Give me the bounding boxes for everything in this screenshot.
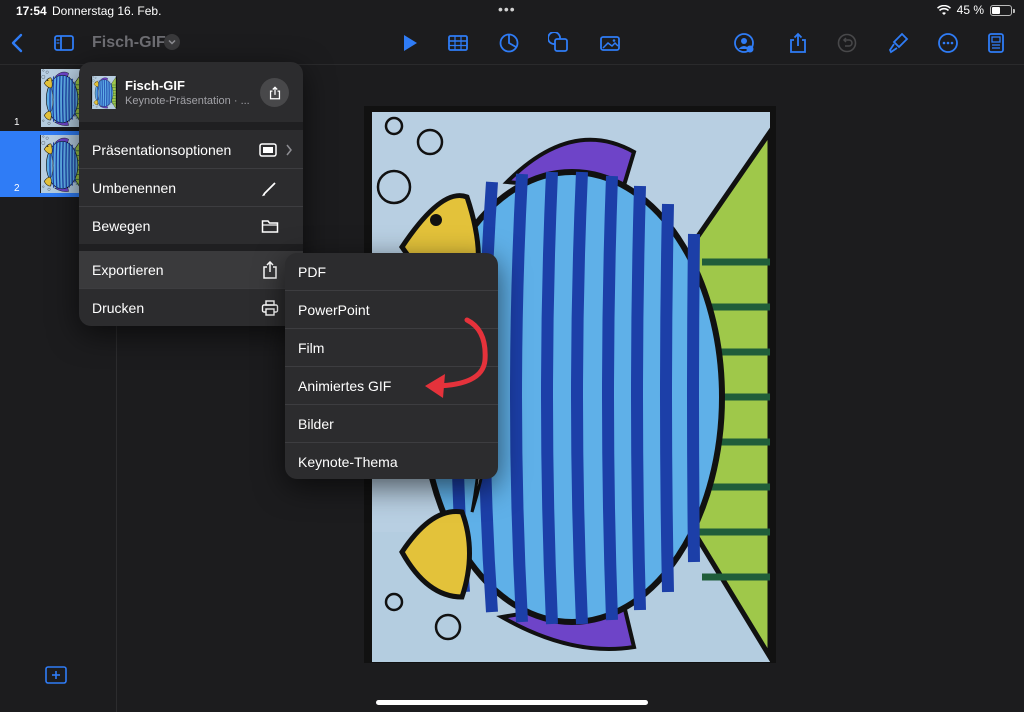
presentation-options-icon [259, 143, 277, 157]
export-icon [263, 261, 277, 279]
status-date: Donnerstag 16. Feb. [52, 4, 162, 18]
share-icon[interactable] [785, 30, 811, 56]
play-icon[interactable] [396, 30, 422, 56]
document-menu: Fisch-GIF Keynote-Präsentation · ... Prä… [79, 62, 303, 326]
sidebar-icon[interactable] [51, 30, 77, 56]
menu-item-print[interactable]: Drucken [79, 289, 303, 326]
export-option-label: PowerPoint [298, 302, 370, 318]
document-thumbnail [91, 76, 117, 109]
add-slide-icon[interactable] [45, 666, 67, 684]
menu-item-label: Präsentationsoptionen [92, 142, 232, 158]
slide-number: 2 [14, 183, 20, 194]
export-option-pdf[interactable]: PDF [285, 253, 498, 290]
multitasking-dots-icon[interactable]: ••• [498, 1, 516, 17]
menu-item-export[interactable]: Exportieren [79, 251, 303, 288]
export-option-label: Film [298, 340, 325, 356]
status-right: 45 % [936, 3, 1015, 17]
status-time: 17:54 [16, 4, 47, 18]
folder-icon [261, 220, 279, 233]
back-chevron-icon[interactable] [5, 30, 31, 56]
presenter-notes-icon[interactable] [983, 30, 1009, 56]
document-title[interactable]: Fisch-GIF [92, 34, 166, 52]
menu-separator [79, 122, 303, 130]
document-name: Fisch-GIF [125, 78, 185, 93]
table-icon[interactable] [445, 30, 471, 56]
menu-item-presentation-options[interactable]: Präsentationsoptionen [79, 131, 303, 168]
export-option-label: PDF [298, 264, 326, 280]
export-option-images[interactable]: Bilder [285, 405, 498, 442]
chevron-right-icon [286, 144, 292, 156]
annotation-arrow-icon [425, 317, 488, 398]
menu-item-label: Umbenennen [92, 180, 177, 196]
toolbar: Fisch-GIF [0, 22, 1024, 65]
menu-item-move[interactable]: Bewegen [79, 207, 303, 244]
menu-item-label: Drucken [92, 300, 145, 316]
battery-percent: 45 % [956, 3, 984, 17]
status-bar: 17:54 Donnerstag 16. Feb. ••• 45 % [0, 0, 1024, 22]
slide-thumbnail-image [40, 135, 84, 193]
printer-icon [261, 300, 279, 316]
export-option-label: Bilder [298, 416, 334, 432]
collaborate-icon[interactable] [731, 30, 757, 56]
menu-item-rename[interactable]: Umbenennen [79, 169, 303, 206]
chevron-down-icon[interactable] [164, 34, 180, 50]
slide-number: 1 [14, 117, 20, 128]
share-icon[interactable] [260, 78, 289, 107]
wifi-icon [936, 4, 951, 15]
shape-icon[interactable] [546, 30, 572, 56]
export-option-label: Keynote-Thema [298, 454, 398, 470]
home-indicator[interactable] [376, 700, 648, 705]
battery-icon [990, 4, 1015, 16]
document-subtitle: Keynote-Präsentation · ... [125, 95, 250, 107]
export-option-label: Animiertes GIF [298, 378, 392, 394]
undo-icon[interactable] [834, 30, 860, 56]
media-icon[interactable] [597, 30, 623, 56]
more-icon[interactable] [935, 30, 961, 56]
document-menu-header: Fisch-GIF Keynote-Präsentation · ... [79, 62, 303, 122]
chart-icon[interactable] [496, 30, 522, 56]
menu-separator [79, 244, 303, 251]
format-brush-icon[interactable] [885, 30, 911, 56]
menu-item-label: Exportieren [92, 262, 164, 278]
menu-item-label: Bewegen [92, 218, 151, 234]
pencil-icon [262, 182, 276, 197]
slide-thumbnail-image [40, 69, 84, 127]
export-option-keynote-theme[interactable]: Keynote-Thema [285, 443, 498, 479]
